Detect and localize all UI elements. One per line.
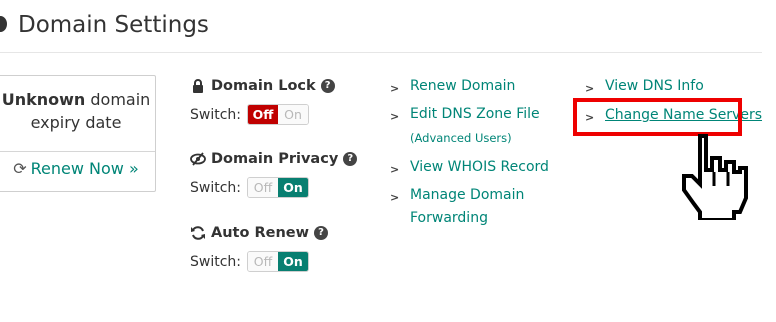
link-label: Renew Domain bbox=[410, 78, 516, 94]
auto-renew-toggle[interactable]: Off On bbox=[247, 251, 309, 272]
expiry-panel: Unknown domain expiry date ⟳ Renew Now » bbox=[0, 75, 156, 192]
header-divider bbox=[0, 52, 762, 53]
help-icon[interactable]: ? bbox=[343, 152, 358, 166]
link-label: View DNS Info bbox=[605, 78, 704, 94]
toggle-off[interactable]: Off bbox=[248, 178, 278, 197]
domain-privacy-setting: Domain Privacy ? Switch: Off On bbox=[190, 151, 358, 198]
domain-lock-switch-row: Switch: Off On bbox=[190, 104, 335, 125]
toggle-on[interactable]: On bbox=[278, 178, 308, 197]
switch-label: Switch: bbox=[190, 253, 242, 270]
link-label-line2: Forwarding bbox=[410, 210, 488, 226]
auto-renew-setting: Auto Renew ? Switch: Off On bbox=[190, 225, 329, 272]
expiry-text: Unknown domain expiry date bbox=[0, 88, 155, 134]
auto-renew-title-row: Auto Renew ? bbox=[190, 225, 329, 241]
domain-privacy-toggle[interactable]: Off On bbox=[247, 177, 309, 198]
domain-privacy-title: Domain Privacy bbox=[211, 151, 339, 167]
renew-now-link[interactable]: ⟳ Renew Now » bbox=[0, 159, 155, 178]
auto-renew-title: Auto Renew bbox=[211, 225, 310, 241]
domain-privacy-switch-row: Switch: Off On bbox=[190, 177, 357, 198]
expiry-status: Unknown bbox=[1, 90, 86, 109]
domain-lock-setting: Domain Lock ? Switch: Off On bbox=[190, 78, 335, 125]
highlight-box bbox=[573, 98, 742, 136]
toggle-off[interactable]: Off bbox=[248, 252, 278, 271]
lock-icon bbox=[193, 79, 203, 93]
toggle-off[interactable]: Off bbox=[248, 105, 278, 124]
switch-label: Switch: bbox=[190, 106, 242, 123]
auto-renew-switch-row: Switch: Off On bbox=[190, 251, 328, 272]
domain-lock-title: Domain Lock bbox=[211, 78, 316, 94]
domain-lock-toggle[interactable]: Off On bbox=[247, 104, 309, 125]
page-title: Domain Settings bbox=[18, 12, 209, 38]
switch-label: Switch: bbox=[190, 179, 242, 196]
hand-pointer-icon bbox=[682, 134, 748, 220]
globe-icon bbox=[0, 16, 7, 32]
help-icon[interactable]: ? bbox=[314, 226, 329, 240]
chevron-right-icon: > bbox=[585, 82, 595, 95]
manage-forwarding-link-line2[interactable]: Forwarding bbox=[410, 210, 488, 226]
toggle-on[interactable]: On bbox=[278, 105, 308, 124]
link-label: View WHOIS Record bbox=[410, 159, 549, 175]
eye-slash-icon bbox=[190, 152, 206, 166]
chevron-right-icon: > bbox=[390, 110, 400, 123]
advanced-users-note: (Advanced Users) bbox=[410, 131, 512, 145]
link-label: Edit DNS Zone File bbox=[410, 106, 540, 122]
domain-privacy-title-row: Domain Privacy ? bbox=[190, 151, 358, 167]
expiry-divider bbox=[0, 151, 155, 152]
chevron-right-icon: > bbox=[390, 163, 400, 176]
chevron-right-icon: > bbox=[390, 82, 400, 95]
renew-now-label: Renew Now » bbox=[30, 159, 139, 178]
refresh-icon bbox=[191, 226, 205, 240]
help-icon[interactable]: ? bbox=[320, 79, 335, 93]
refresh-icon: ⟳ bbox=[13, 159, 27, 178]
chevron-right-icon: > bbox=[390, 191, 400, 204]
link-label: Manage Domain bbox=[410, 187, 525, 203]
toggle-on[interactable]: On bbox=[278, 252, 308, 271]
domain-lock-title-row: Domain Lock ? bbox=[190, 78, 335, 94]
